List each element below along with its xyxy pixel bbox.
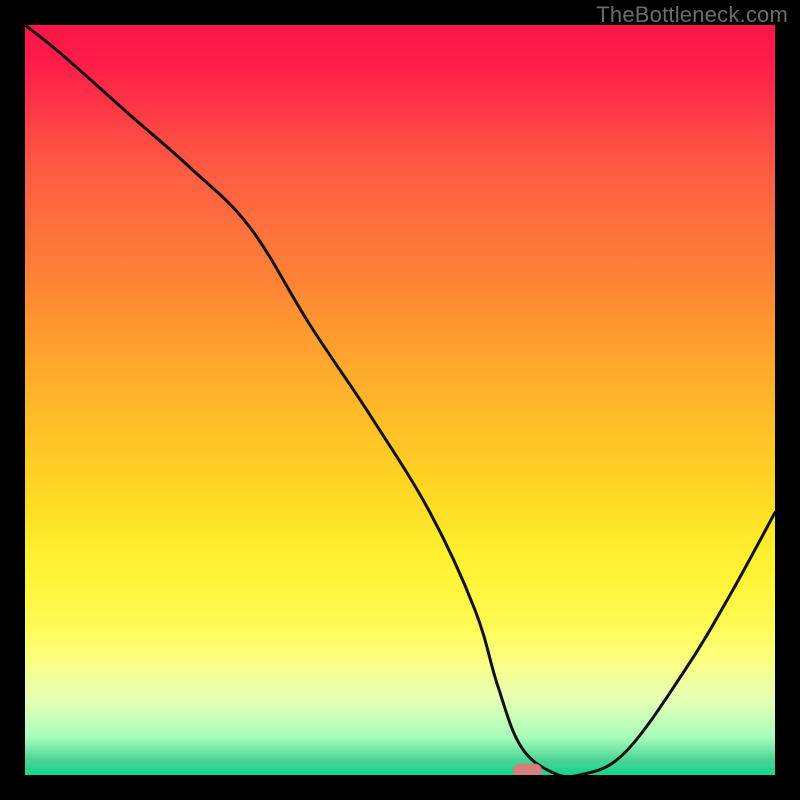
plot-area bbox=[25, 25, 775, 775]
chart-container: TheBottleneck.com bbox=[0, 0, 800, 800]
bottleneck-curve bbox=[25, 25, 775, 775]
optimal-point-marker bbox=[514, 764, 542, 775]
watermark-label: TheBottleneck.com bbox=[596, 2, 788, 28]
chart-overlay-svg bbox=[25, 25, 775, 775]
